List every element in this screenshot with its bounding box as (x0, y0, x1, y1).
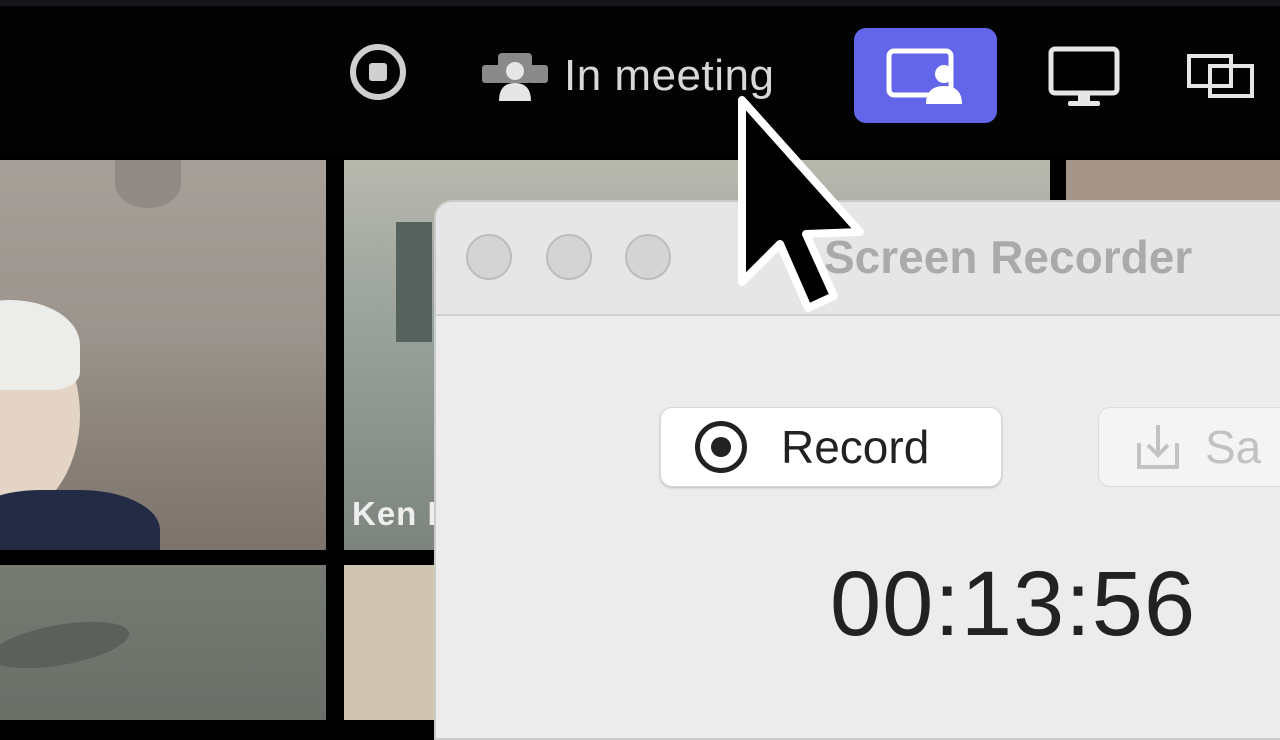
monitor-icon (1048, 46, 1120, 106)
participant-suit (0, 490, 160, 550)
meeting-toolbar: In meeting (0, 0, 1280, 155)
save-button[interactable]: Sa (1098, 407, 1280, 487)
video-tile[interactable] (0, 160, 326, 550)
window-title: Screen Recorder (824, 231, 1193, 283)
recording-timer: 00:13:56 (830, 553, 1197, 655)
video-tile[interactable] (0, 565, 326, 720)
record-button-label: Record (781, 421, 930, 473)
close-window-button[interactable] (466, 234, 512, 280)
record-icon (695, 421, 747, 473)
video-tile[interactable] (1066, 160, 1280, 205)
zoom-window-button[interactable] (625, 234, 671, 280)
participant-hair (0, 300, 80, 390)
stop-recording-button[interactable] (350, 44, 406, 100)
status-label: In meeting (564, 51, 775, 100)
stop-icon (369, 63, 387, 81)
share-screen-button[interactable] (854, 28, 997, 123)
ceiling-fan (0, 613, 133, 677)
multiple-screens-button[interactable] (1186, 50, 1256, 102)
share-screen-icon (886, 48, 962, 104)
save-button-label: Sa (1205, 421, 1262, 473)
monitor-button[interactable] (1048, 46, 1120, 108)
record-button[interactable]: Record (660, 407, 1002, 487)
download-icon (1137, 425, 1179, 469)
participant-name: Ken I (352, 495, 438, 532)
video-tile[interactable] (344, 565, 444, 720)
multiple-screens-icon (1187, 54, 1254, 98)
mouse-pointer-icon (738, 96, 864, 312)
minimize-window-button[interactable] (546, 234, 592, 280)
ceiling-light (115, 160, 181, 208)
wall-art (396, 222, 432, 342)
meeting-status[interactable]: In meeting (482, 46, 774, 106)
participants-icon (482, 53, 548, 101)
